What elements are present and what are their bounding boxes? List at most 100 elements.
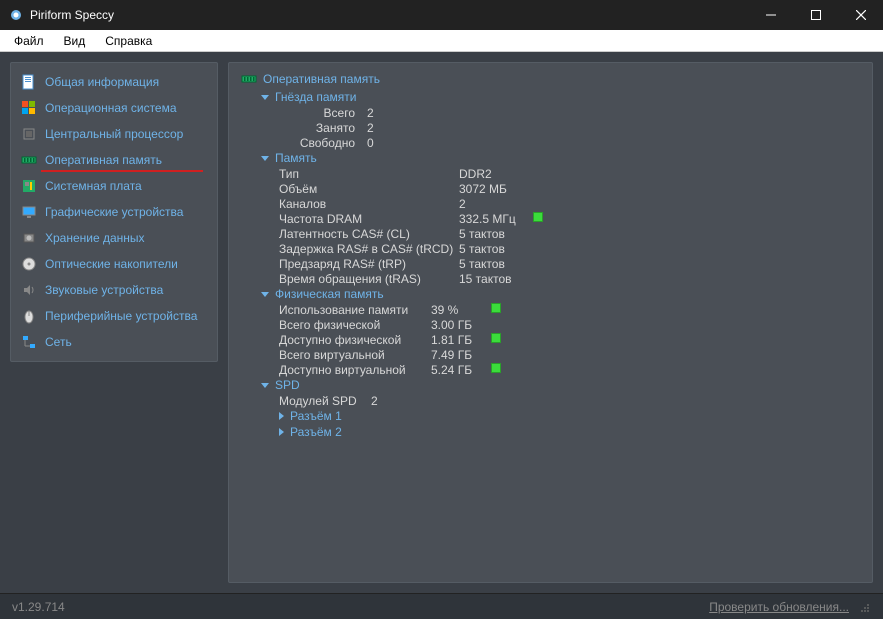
kv-row: Предзаряд RAS# (tRP) 5 тактов xyxy=(279,256,860,271)
sidebar-item-peripherals[interactable]: Периферийные устройства xyxy=(11,303,217,329)
ram-icon xyxy=(241,71,257,87)
kv-value: 332.5 МГц xyxy=(459,212,531,226)
kv-row: Всего физической 3.00 ГБ xyxy=(279,317,860,332)
sidebar-item-audio[interactable]: Звуковые устройства xyxy=(11,277,217,303)
section-memory[interactable]: Память xyxy=(261,150,860,166)
kv-value: 3.00 ГБ xyxy=(431,318,489,332)
version-label: v1.29.714 xyxy=(12,600,65,614)
kv-value: 2 xyxy=(367,106,374,120)
sidebar-item-label: Операционная система xyxy=(45,101,177,115)
sidebar-item-cpu[interactable]: Центральный процессор xyxy=(11,121,217,147)
arrow-down-icon xyxy=(261,156,269,161)
kv-row: Время обращения (tRAS) 15 тактов xyxy=(279,271,860,286)
kv-label: Тип xyxy=(279,167,459,181)
window-controls xyxy=(748,0,883,30)
sidebar-item-label: Графические устройства xyxy=(45,205,183,219)
check-updates-link[interactable]: Проверить обновления... xyxy=(709,600,849,614)
sidebar-item-motherboard[interactable]: Системная плата xyxy=(11,173,217,199)
app-window: Piriform Speccy Файл Вид Справка Общая и… xyxy=(0,0,883,619)
kv-value: 3072 МБ xyxy=(459,182,531,196)
section-physical[interactable]: Физическая память xyxy=(261,286,860,302)
spd-slot[interactable]: Разъём 1 xyxy=(279,408,860,424)
section-spd[interactable]: SPD xyxy=(261,377,860,393)
sidebar-item-label: Системная плата xyxy=(45,179,142,193)
arrow-down-icon xyxy=(261,292,269,297)
kv-label: Всего физической xyxy=(279,318,431,332)
section-label: Гнёзда памяти xyxy=(275,90,357,104)
kv-value: 39 % xyxy=(431,303,489,317)
mouse-icon xyxy=(21,308,37,324)
arrow-down-icon xyxy=(261,95,269,100)
menu-file[interactable]: Файл xyxy=(4,32,54,50)
status-indicator xyxy=(533,212,543,222)
arrow-right-icon xyxy=(279,412,284,420)
spd-slot[interactable]: Разъём 2 xyxy=(279,424,860,440)
windows-icon xyxy=(21,100,37,116)
content-header[interactable]: Оперативная память xyxy=(241,71,860,87)
sidebar-item-label: Сеть xyxy=(45,335,72,349)
maximize-button[interactable] xyxy=(793,0,838,30)
sidebar-item-os[interactable]: Операционная система xyxy=(11,95,217,121)
kv-label: Объём xyxy=(279,182,459,196)
kv-row: Доступно виртуальной 5.24 ГБ xyxy=(279,362,860,377)
kv-label: Латентность CAS# (CL) xyxy=(279,227,459,241)
menubar: Файл Вид Справка xyxy=(0,30,883,52)
resize-grip-icon[interactable] xyxy=(857,600,871,614)
slot-label: Разъём 1 xyxy=(290,409,342,423)
kv-row: Модулей SPD 2 xyxy=(279,393,860,408)
kv-label: Частота DRAM xyxy=(279,212,459,226)
kv-label: Предзаряд RAS# (tRP) xyxy=(279,257,459,271)
sidebar-item-ram[interactable]: Оперативная память xyxy=(11,147,217,173)
kv-value: 0 xyxy=(367,136,374,150)
sidebar-item-network[interactable]: Сеть xyxy=(11,329,217,355)
content-title: Оперативная память xyxy=(263,72,380,86)
kv-label: Свободно xyxy=(279,136,367,150)
sidebar-item-summary[interactable]: Общая информация xyxy=(11,69,217,95)
monitor-icon xyxy=(21,204,37,220)
kv-label: Задержка RAS# в CAS# (tRCD) xyxy=(279,242,459,256)
kv-row: Доступно физической 1.81 ГБ xyxy=(279,332,860,347)
kv-label: Каналов xyxy=(279,197,459,211)
kv-label: Время обращения (tRAS) xyxy=(279,272,459,286)
section-slots[interactable]: Гнёзда памяти xyxy=(261,89,860,105)
kv-label: Всего виртуальной xyxy=(279,348,431,362)
kv-row: Частота DRAM 332.5 МГц xyxy=(279,211,860,226)
kv-value: 5.24 ГБ xyxy=(431,363,489,377)
status-indicator xyxy=(491,333,501,343)
sidebar-item-label: Хранение данных xyxy=(45,231,145,245)
app-icon xyxy=(8,7,24,23)
kv-row: Всего виртуальной 7.49 ГБ xyxy=(279,347,860,362)
sidebar-item-optical[interactable]: Оптические накопители xyxy=(11,251,217,277)
sidebar-item-label: Оптические накопители xyxy=(45,257,178,271)
arrow-right-icon xyxy=(279,428,284,436)
kv-value: 5 тактов xyxy=(459,227,531,241)
kv-row: Всего 2 xyxy=(279,105,860,120)
sidebar-item-label: Звуковые устройства xyxy=(45,283,163,297)
minimize-button[interactable] xyxy=(748,0,793,30)
kv-label: Доступно физической xyxy=(279,333,431,347)
kv-value: 2 xyxy=(459,197,531,211)
section-label: Физическая память xyxy=(275,287,384,301)
kv-label: Доступно виртуальной xyxy=(279,363,431,377)
sidebar: Общая информация Операционная система Це… xyxy=(10,62,218,362)
kv-value: 2 xyxy=(371,394,378,408)
kv-row: Объём 3072 МБ xyxy=(279,181,860,196)
slot-label: Разъём 2 xyxy=(290,425,342,439)
speaker-icon xyxy=(21,282,37,298)
section-label: SPD xyxy=(275,378,300,392)
menu-view[interactable]: Вид xyxy=(54,32,96,50)
menu-help[interactable]: Справка xyxy=(95,32,162,50)
kv-value: 15 тактов xyxy=(459,272,531,286)
sidebar-item-storage[interactable]: Хранение данных xyxy=(11,225,217,251)
kv-value: 1.81 ГБ xyxy=(431,333,489,347)
summary-icon xyxy=(21,74,37,90)
window-title: Piriform Speccy xyxy=(30,8,748,22)
kv-value: 7.49 ГБ xyxy=(431,348,489,362)
workarea: Общая информация Операционная система Це… xyxy=(0,52,883,593)
sidebar-item-graphics[interactable]: Графические устройства xyxy=(11,199,217,225)
kv-row: Использование памяти 39 % xyxy=(279,302,860,317)
kv-row: Задержка RAS# в CAS# (tRCD) 5 тактов xyxy=(279,241,860,256)
ram-icon xyxy=(21,152,37,168)
close-button[interactable] xyxy=(838,0,883,30)
kv-value: 5 тактов xyxy=(459,242,531,256)
